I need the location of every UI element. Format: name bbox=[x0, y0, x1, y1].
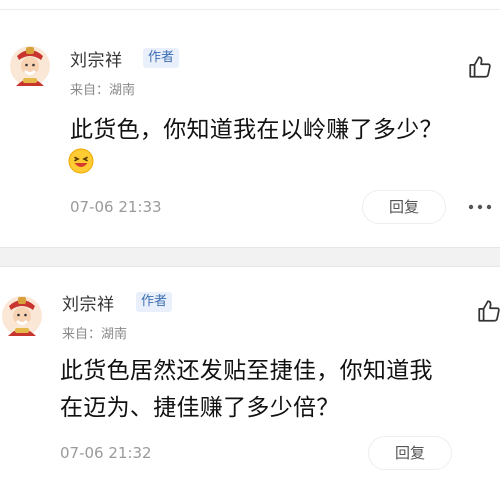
comment-timestamp: 07-06 21:32 bbox=[60, 444, 152, 462]
reply-button[interactable]: 回复 bbox=[362, 190, 446, 224]
avatar[interactable] bbox=[8, 42, 52, 88]
grinning-face-emoji bbox=[68, 148, 94, 174]
comment-text-line: 此货色居然还发贴至捷佳，你知道我 bbox=[60, 358, 433, 384]
author-name[interactable]: 刘宗祥 bbox=[62, 290, 115, 315]
comment-text: 此货色，你知道我在以岭赚了多少？ bbox=[70, 112, 443, 149]
comment-timestamp: 07-06 21:33 bbox=[70, 198, 162, 216]
comment-text-line: 此货色，你知道我在以岭赚了多少？ bbox=[70, 117, 443, 143]
avatar[interactable] bbox=[0, 292, 44, 338]
region-label: 来自：湖南 bbox=[62, 327, 128, 342]
thumbs-up-icon[interactable] bbox=[476, 298, 500, 324]
comment-divider bbox=[0, 247, 500, 267]
more-dots-icon[interactable] bbox=[467, 202, 493, 212]
reply-button[interactable]: 回复 bbox=[368, 436, 452, 470]
region-label: 来自：湖南 bbox=[70, 83, 136, 98]
author-badge: 作者 bbox=[143, 48, 180, 68]
comment-text: 此货色居然还发贴至捷佳，你知道我 在迈为、捷佳赚了多少倍？ bbox=[60, 353, 433, 427]
comment-text-line: 在迈为、捷佳赚了多少倍？ bbox=[60, 395, 340, 421]
previous-comment-edge bbox=[0, 0, 500, 10]
thumbs-up-icon[interactable] bbox=[467, 54, 493, 80]
author-name[interactable]: 刘宗祥 bbox=[70, 46, 123, 71]
author-badge: 作者 bbox=[136, 292, 173, 312]
